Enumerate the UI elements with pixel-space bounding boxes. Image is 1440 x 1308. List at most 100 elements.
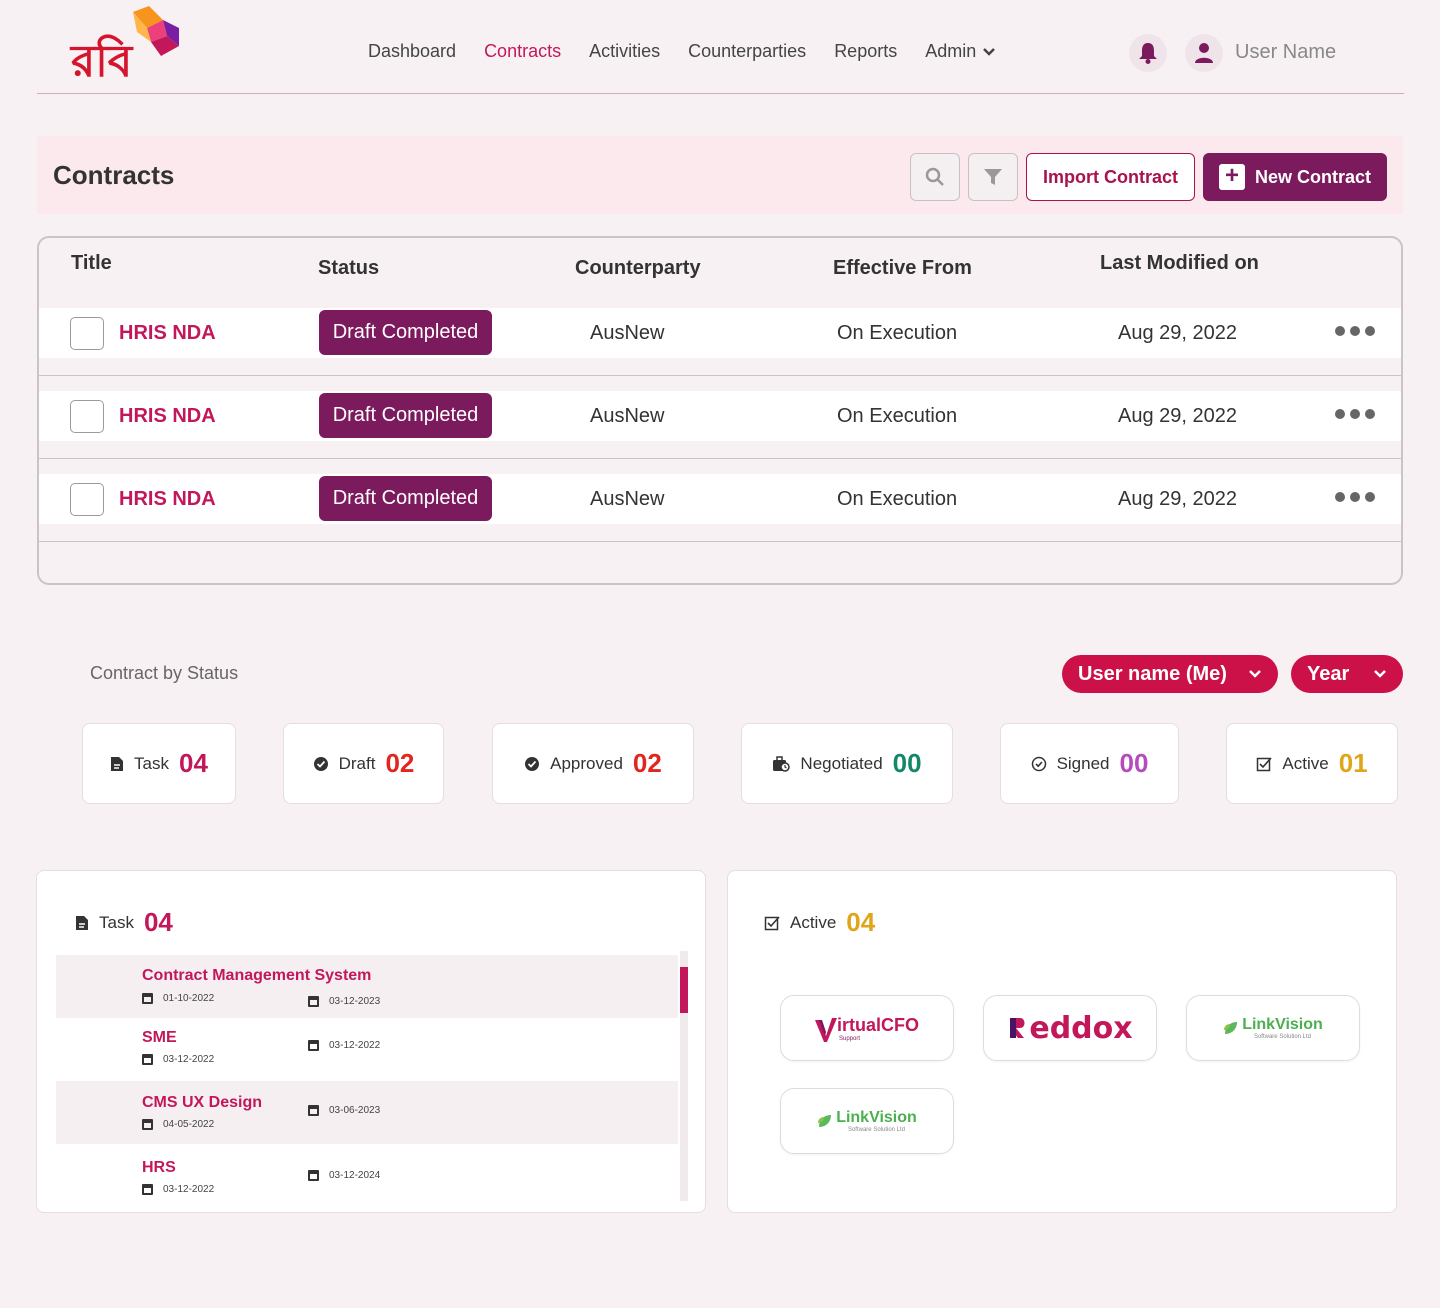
task-item[interactable]: HRS 03-12-2022 03-12-2024: [56, 1144, 678, 1207]
status-card-negotiated[interactable]: Negotiated 00: [741, 723, 953, 804]
task-name[interactable]: CMS UX Design: [142, 1094, 262, 1112]
status-card-signed[interactable]: Signed 00: [1000, 723, 1179, 804]
status-card-task[interactable]: Task 04: [82, 723, 236, 804]
date-text: 03-12-2022: [329, 1040, 381, 1051]
row-checkbox[interactable]: [70, 400, 104, 433]
task-item[interactable]: SME 03-12-2022 03-12-2022: [56, 1018, 678, 1081]
nav-contracts[interactable]: Contracts: [484, 41, 561, 62]
contracts-toolbar: Contracts Import Contract + New Contract: [37, 136, 1403, 214]
nav-label: Reports: [834, 41, 898, 61]
nav-admin[interactable]: Admin: [925, 41, 996, 62]
nav-counterparties[interactable]: Counterparties: [688, 41, 806, 62]
date-text: 04-05-2022: [163, 1119, 215, 1130]
search-button[interactable]: [910, 153, 960, 201]
calendar-icon: [142, 1119, 153, 1130]
counterparty-cell: AusNew: [590, 405, 665, 427]
column-header-status[interactable]: Status: [318, 257, 379, 280]
square-check-icon: [1257, 756, 1272, 771]
year-filter-dropdown[interactable]: Year: [1291, 655, 1403, 693]
status-card-draft[interactable]: Draft 02: [283, 723, 444, 804]
user-filter-dropdown[interactable]: User name (Me): [1062, 655, 1278, 693]
task-name[interactable]: SME: [142, 1029, 177, 1047]
contract-title-link[interactable]: HRIS NDA: [119, 488, 216, 511]
status-card-label: Negotiated: [800, 753, 883, 773]
task-start-date: 03-12-2022: [142, 1054, 214, 1065]
task-item[interactable]: Contract Management System 01-10-2022 03…: [56, 955, 678, 1018]
active-panel-label: Active: [790, 912, 837, 932]
table-row[interactable]: HRIS NDA Draft Completed AusNew On Execu…: [39, 474, 1401, 524]
task-end-date: 03-12-2022: [308, 1040, 380, 1051]
year-filter-label: Year: [1307, 662, 1350, 685]
table-row[interactable]: HRIS NDA Draft Completed AusNew On Execu…: [39, 308, 1401, 358]
status-card-count: 04: [179, 748, 208, 778]
column-header-last-modified[interactable]: Last Modified on: [1100, 252, 1259, 275]
column-header-title[interactable]: Title: [71, 252, 112, 275]
partner-logo-reddox[interactable]: eddox: [983, 995, 1157, 1061]
last-modified-cell: Aug 29, 2022: [1118, 322, 1237, 344]
nav-activities[interactable]: Activities: [589, 41, 660, 62]
more-options-icon[interactable]: [1335, 492, 1375, 502]
partner-name: LinkVision: [836, 1109, 917, 1126]
status-card-approved[interactable]: Approved 02: [492, 723, 694, 804]
table-row[interactable]: HRIS NDA Draft Completed AusNew On Execu…: [39, 391, 1401, 441]
new-contract-button[interactable]: + New Contract: [1203, 153, 1387, 201]
badge-check-icon: [525, 756, 540, 771]
more-options-icon[interactable]: [1335, 326, 1375, 336]
task-end-date: 03-06-2023: [308, 1105, 380, 1116]
status-card-active[interactable]: Active 01: [1226, 723, 1398, 804]
filter-button[interactable]: [968, 153, 1018, 201]
task-item[interactable]: CMS UX Design 04-05-2022 03-06-2023: [56, 1081, 678, 1144]
partner-name: LinkVision: [1242, 1016, 1323, 1033]
row-checkbox[interactable]: [70, 483, 104, 516]
scrollbar-thumb[interactable]: [680, 967, 688, 1013]
task-start-date: 04-05-2022: [142, 1119, 214, 1130]
partner-logo-linkvision[interactable]: LinkVision Software Solution Ltd: [1186, 995, 1360, 1061]
notification-button[interactable]: [1129, 34, 1167, 72]
task-panel-count: 04: [143, 907, 173, 937]
status-badge: Draft Completed: [319, 310, 492, 355]
task-panel-header: Task 04: [75, 907, 173, 938]
user-name[interactable]: User Name: [1235, 41, 1336, 64]
last-modified-cell: Aug 29, 2022: [1118, 405, 1237, 427]
status-card-label: Approved: [550, 753, 623, 773]
date-text: 03-06-2023: [329, 1105, 381, 1116]
top-header: রবি Dashboard Contracts Activities Count…: [37, 0, 1404, 94]
row-divider: [39, 458, 1401, 459]
main-nav: Dashboard Contracts Activities Counterpa…: [368, 41, 996, 62]
effective-from-cell: On Execution: [837, 488, 958, 510]
more-options-icon[interactable]: [1335, 409, 1375, 419]
date-text: 03-12-2023: [329, 996, 381, 1007]
status-card-count: 02: [385, 748, 415, 778]
partner-logo-virtualcfo[interactable]: irtualCFO Support: [780, 995, 954, 1061]
column-header-counterparty[interactable]: Counterparty: [575, 257, 701, 280]
chevron-down-icon: [1249, 670, 1261, 678]
reddox-r-icon: [1010, 1018, 1025, 1038]
section-label-contract-by-status: Contract by Status: [90, 663, 239, 683]
row-checkbox[interactable]: [70, 317, 104, 350]
circle-check-icon: [1031, 756, 1046, 771]
task-name[interactable]: HRS: [142, 1159, 176, 1177]
column-header-effective-from[interactable]: Effective From: [833, 257, 972, 280]
contract-title-link[interactable]: HRIS NDA: [119, 322, 216, 345]
nav-reports[interactable]: Reports: [834, 41, 897, 62]
robi-logo[interactable]: রবি: [71, 6, 181, 87]
calendar-icon: [142, 1184, 153, 1195]
contract-title-link[interactable]: HRIS NDA: [119, 405, 216, 428]
leaf-icon: [818, 1115, 832, 1127]
virtualcfo-v-icon: [814, 1017, 837, 1042]
import-contract-button[interactable]: Import Contract: [1026, 153, 1195, 201]
nav-label: Contracts: [484, 41, 562, 61]
nav-dashboard[interactable]: Dashboard: [368, 41, 456, 62]
partner-name: irtualCFO: [836, 1014, 919, 1035]
logo-cube-icon: [133, 6, 179, 56]
briefcase-clock-icon: [773, 755, 791, 772]
active-panel: Active 04 irtualCFO Support eddox LinkVi…: [727, 870, 1397, 1213]
file-icon: [111, 756, 124, 771]
user-avatar[interactable]: [1185, 34, 1223, 72]
partner-logo-linkvision[interactable]: LinkVision Software Solution Ltd: [780, 1088, 954, 1154]
task-panel-label: Task: [99, 912, 134, 932]
task-name[interactable]: Contract Management System: [142, 967, 371, 985]
new-contract-label: New Contract: [1254, 166, 1371, 187]
nav-label: Counterparties: [688, 41, 807, 61]
chevron-down-icon: [1374, 670, 1386, 678]
